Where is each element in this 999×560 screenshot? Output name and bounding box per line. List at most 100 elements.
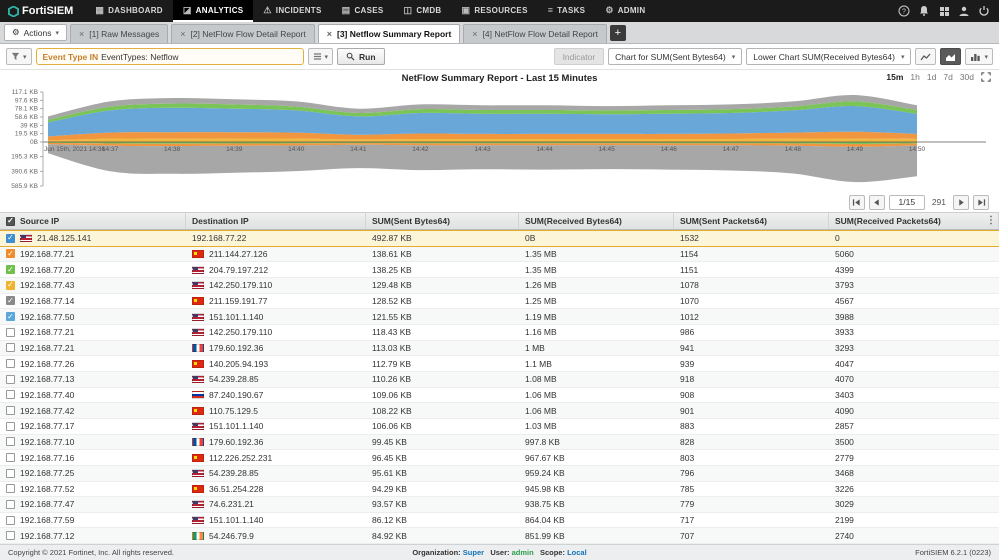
close-icon[interactable]: ×	[327, 30, 332, 39]
scope-value[interactable]: Local	[567, 548, 587, 557]
col-sum-received-packets[interactable]: SUM(Received Packets64)	[829, 213, 999, 229]
select-all-checkbox[interactable]	[6, 217, 15, 226]
row-checkbox[interactable]	[6, 531, 15, 540]
next-page-button[interactable]	[953, 195, 969, 210]
table-row[interactable]: 192.168.77.17151.101.1.140106.06 KB1.03 …	[0, 419, 999, 435]
row-checkbox[interactable]	[6, 265, 15, 274]
tab-raw-messages[interactable]: ×[1] Raw Messages	[70, 24, 168, 43]
range-1h[interactable]: 1h	[910, 72, 919, 82]
area-chart-button[interactable]	[940, 48, 961, 65]
table-row[interactable]: 192.168.77.16112.226.252.23196.45 KB967.…	[0, 450, 999, 466]
table-row[interactable]: 192.168.77.10179.60.192.3699.45 KB997.8 …	[0, 435, 999, 451]
table-row[interactable]: 192.168.77.43142.250.179.110129.48 KB1.2…	[0, 278, 999, 294]
row-checkbox[interactable]	[6, 406, 15, 415]
table-row[interactable]: 192.168.77.1354.239.28.85110.26 KB1.08 M…	[0, 372, 999, 388]
row-checkbox[interactable]	[6, 328, 15, 337]
row-checkbox[interactable]	[6, 281, 15, 290]
col-source-ip[interactable]: Source IP	[0, 213, 186, 229]
table-row[interactable]: 21.48.125.141192.168.77.22492.87 KB0B153…	[0, 230, 999, 247]
row-checkbox[interactable]	[6, 359, 15, 368]
nav-tasks[interactable]: ≡TASKS	[538, 0, 596, 22]
nav-dashboard[interactable]: ▦DASHBOARD	[85, 0, 173, 22]
row-checkbox[interactable]	[6, 422, 15, 431]
query-input[interactable]: Event Type IN EventTypes: Netflow	[36, 48, 304, 65]
last-page-button[interactable]	[973, 195, 989, 210]
table-row[interactable]: 192.168.77.14211.159.191.77128.52 KB1.25…	[0, 294, 999, 310]
power-icon[interactable]	[975, 2, 993, 20]
apps-grid-icon[interactable]	[935, 2, 953, 20]
row-checkbox[interactable]	[6, 437, 15, 446]
table-row[interactable]: 192.168.77.1254.246.79.984.92 KB851.99 K…	[0, 528, 999, 544]
table-row[interactable]: 192.168.77.4774.6.231.2193.57 KB938.75 K…	[0, 497, 999, 513]
close-icon[interactable]: ×	[180, 30, 185, 39]
row-checkbox[interactable]	[6, 469, 15, 478]
close-icon[interactable]: ×	[79, 30, 84, 39]
prev-page-button[interactable]	[869, 195, 885, 210]
line-chart-button[interactable]	[915, 48, 936, 65]
table-row[interactable]: 192.168.77.50151.101.1.140121.55 KB1.19 …	[0, 309, 999, 325]
nav-cases[interactable]: ▤CASES	[332, 0, 394, 22]
nav-admin[interactable]: ⚙ADMIN	[595, 0, 655, 22]
table-row[interactable]: 192.168.77.59151.101.1.14086.12 KB864.04…	[0, 513, 999, 529]
row-checkbox[interactable]	[6, 234, 15, 243]
help-icon[interactable]: ?	[895, 2, 913, 20]
table-row[interactable]: 192.168.77.4087.240.190.67109.06 KB1.06 …	[0, 388, 999, 404]
org-value[interactable]: Super	[463, 548, 484, 557]
bar-chart-button[interactable]: ▾	[965, 48, 993, 65]
row-checkbox[interactable]	[6, 500, 15, 509]
table-row[interactable]: 192.168.77.2554.239.28.8595.61 KB959.24 …	[0, 466, 999, 482]
nav-analytics[interactable]: ◪ANALYTICS	[173, 0, 254, 22]
row-checkbox[interactable]	[6, 312, 15, 321]
row-checkbox[interactable]	[6, 375, 15, 384]
table-row[interactable]: 192.168.77.42110.75.129.5108.22 KB1.06 M…	[0, 403, 999, 419]
range-30d[interactable]: 30d	[960, 72, 974, 82]
table-row[interactable]: 192.168.77.21179.60.192.36113.03 KB1 MB9…	[0, 341, 999, 357]
indicator-button[interactable]: Indicator	[554, 48, 605, 65]
table-row[interactable]: 192.168.77.20204.79.197.212138.25 KB1.35…	[0, 262, 999, 278]
table-row[interactable]: 192.168.77.21142.250.179.110118.43 KB1.1…	[0, 325, 999, 341]
lower-chart-select[interactable]: Lower Chart SUM(Received Bytes64) ▾	[746, 48, 911, 65]
tab-netflow-summary[interactable]: ×[3] Netflow Summary Report	[318, 24, 461, 43]
received-packets-cell: 2740	[829, 528, 999, 543]
row-checkbox[interactable]	[6, 516, 15, 525]
table-row[interactable]: 192.168.77.21211.144.27.126138.61 KB1.35…	[0, 247, 999, 263]
range-7d[interactable]: 7d	[943, 72, 952, 82]
col-sum-received-bytes[interactable]: SUM(Received Bytes64)	[519, 213, 674, 229]
row-checkbox[interactable]	[6, 484, 15, 493]
tab-netflow-detail-4[interactable]: ×[4] NetFlow Flow Detail Report	[463, 24, 607, 43]
range-1d[interactable]: 1d	[927, 72, 936, 82]
fullscreen-icon[interactable]	[981, 72, 991, 82]
svg-text:14:39: 14:39	[226, 146, 243, 153]
range-15m[interactable]: 15m	[886, 72, 903, 82]
user-icon[interactable]	[955, 2, 973, 20]
row-checkbox[interactable]	[6, 343, 15, 352]
filter-menu-button[interactable]: ▾	[6, 48, 32, 65]
user-value[interactable]: admin	[512, 548, 534, 557]
run-button[interactable]: Run	[337, 48, 385, 65]
add-tab-button[interactable]: +	[610, 25, 626, 41]
table-row[interactable]: 192.168.77.26140.205.94.193112.79 KB1.1 …	[0, 356, 999, 372]
close-icon[interactable]: ×	[472, 30, 477, 39]
bell-icon[interactable]	[915, 2, 933, 20]
actions-button[interactable]: ⚙ Actions ▾	[4, 24, 67, 41]
nav-cmdb[interactable]: ◫CMDB	[394, 0, 452, 22]
col-sum-sent-packets[interactable]: SUM(Sent Packets64)	[674, 213, 829, 229]
table-row[interactable]: 192.168.77.5236.51.254.22894.29 KB945.98…	[0, 482, 999, 498]
col-sum-sent-bytes[interactable]: SUM(Sent Bytes64)	[366, 213, 519, 229]
col-destination-ip[interactable]: Destination IP	[186, 213, 366, 229]
nav-incidents[interactable]: ⚠INCIDENTS	[253, 0, 331, 22]
netflow-area-chart[interactable]: 117.1 KB97.6 KB78.1 KB58.6 KB39 KB19.5 K…	[0, 86, 999, 192]
column-menu-icon[interactable]: ⋮	[986, 215, 996, 226]
destination-ip-cell: 54.239.28.85	[186, 466, 366, 481]
first-page-button[interactable]	[849, 195, 865, 210]
row-checkbox[interactable]	[6, 296, 15, 305]
brand-logo[interactable]: FortiSIEM	[0, 0, 85, 22]
row-checkbox[interactable]	[6, 453, 15, 462]
nav-resources[interactable]: ▣RESOURCES	[452, 0, 538, 22]
row-checkbox[interactable]	[6, 249, 15, 258]
row-checkbox[interactable]	[6, 390, 15, 399]
query-options-button[interactable]: ▾	[308, 48, 334, 65]
page-input[interactable]	[889, 195, 925, 210]
tab-netflow-detail-2[interactable]: ×[2] NetFlow Flow Detail Report	[171, 24, 315, 43]
upper-chart-select[interactable]: Chart for SUM(Sent Bytes64) ▾	[608, 48, 742, 65]
